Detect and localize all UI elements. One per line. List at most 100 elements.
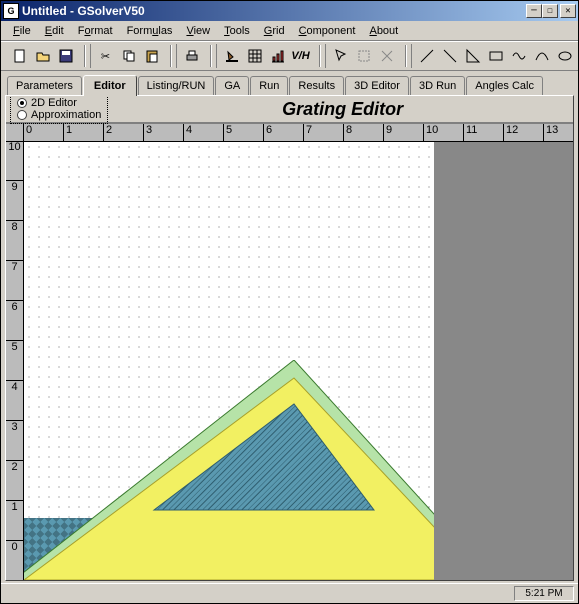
fill-button[interactable]: [220, 45, 243, 67]
ruler-tick: 1: [6, 500, 23, 540]
ruler-corner: [6, 124, 24, 142]
triangle-button[interactable]: [461, 45, 484, 67]
toolbar: ✂ V/H: [1, 41, 578, 71]
grating-shapes: [24, 360, 434, 580]
new-icon: [12, 48, 28, 64]
grid-icon: [247, 48, 263, 64]
select-button[interactable]: [352, 45, 375, 67]
fill-icon: [224, 48, 240, 64]
open-button[interactable]: [31, 45, 54, 67]
new-button[interactable]: [8, 45, 31, 67]
chart-button[interactable]: [266, 45, 289, 67]
vh-button[interactable]: V/H: [289, 45, 312, 67]
save-icon: [58, 48, 74, 64]
app-icon: G: [3, 3, 19, 19]
ruler-tick: 2: [104, 124, 144, 141]
ruler-tick: 8: [6, 220, 23, 260]
maximize-button[interactable]: ☐: [542, 4, 558, 18]
snap-button[interactable]: [375, 45, 398, 67]
menu-file[interactable]: File: [7, 23, 37, 39]
close-button[interactable]: ✕: [560, 4, 576, 18]
tab-run[interactable]: Run: [250, 76, 288, 95]
tab-angles-calc[interactable]: Angles Calc: [466, 76, 543, 95]
curve-icon: [534, 48, 550, 64]
rect-button[interactable]: [484, 45, 507, 67]
paste-icon: [144, 48, 160, 64]
radio-label: 2D Editor: [31, 97, 77, 109]
diag-icon: [442, 48, 458, 64]
menu-format[interactable]: Format: [72, 23, 119, 39]
ruler-tick: 7: [6, 260, 23, 300]
gridtool-button[interactable]: [243, 45, 266, 67]
tab-results[interactable]: Results: [289, 76, 344, 95]
ruler-tick: 10: [6, 140, 23, 180]
line-button[interactable]: [415, 45, 438, 67]
menu-formulas[interactable]: Formulas: [121, 23, 179, 39]
diag-button[interactable]: [438, 45, 461, 67]
ruler-tick: 4: [6, 380, 23, 420]
rect-icon: [488, 48, 504, 64]
ellipse-button[interactable]: [553, 45, 576, 67]
menu-about[interactable]: About: [363, 23, 404, 39]
radio-approximation[interactable]: Approximation: [17, 109, 101, 121]
menu-component[interactable]: Component: [293, 23, 362, 39]
ruler-tick: 9: [6, 180, 23, 220]
ruler-vertical: 0 1 2 3 4 5 6 7 8 9 10: [6, 142, 24, 580]
ruler-tick: 1: [64, 124, 104, 141]
arrow-icon: [333, 48, 349, 64]
line-icon: [419, 48, 435, 64]
cut-icon: ✂: [101, 50, 110, 63]
ruler-tick: 6: [264, 124, 304, 141]
minimize-button[interactable]: ─: [526, 4, 542, 18]
tab-3d-editor[interactable]: 3D Editor: [345, 76, 409, 95]
open-icon: [35, 48, 51, 64]
tab-editor[interactable]: Editor: [83, 75, 137, 96]
chart-icon: [270, 48, 286, 64]
ruler-tick: 2: [6, 460, 23, 500]
ruler-tick: 9: [384, 124, 424, 141]
triangle-icon: [465, 48, 481, 64]
ruler-tick: 0: [24, 124, 64, 141]
ruler-tick: 5: [6, 340, 23, 380]
ruler-tick: 8: [344, 124, 384, 141]
ruler-tick: 4: [184, 124, 224, 141]
ruler-tick: 11: [464, 124, 504, 141]
print-icon: [184, 48, 200, 64]
copy-icon: [121, 48, 137, 64]
wave-button[interactable]: [507, 45, 530, 67]
select-icon: [356, 48, 372, 64]
menu-edit[interactable]: Edit: [39, 23, 70, 39]
radio-icon: [17, 98, 27, 108]
tab-3d-run[interactable]: 3D Run: [410, 76, 465, 95]
curve-button[interactable]: [530, 45, 553, 67]
ruler-tick: 6: [6, 300, 23, 340]
ruler-tick: 12: [504, 124, 544, 141]
print-button[interactable]: [180, 45, 203, 67]
titlebar: G Untitled - GSolverV50 ─ ☐ ✕: [1, 1, 578, 21]
menu-grid[interactable]: Grid: [258, 23, 291, 39]
tab-parameters[interactable]: Parameters: [7, 76, 82, 95]
workarea: 2D Editor Approximation Grating Editor 0…: [5, 95, 574, 581]
tab-listing-run[interactable]: Listing/RUN: [138, 76, 215, 95]
editor-mode-group: 2D Editor Approximation: [10, 95, 108, 124]
paste-button[interactable]: [140, 45, 163, 67]
ellipse-icon: [557, 48, 573, 64]
ruler-horizontal: 0 1 2 3 4 5 6 7 8 9 10 11 12 13: [24, 124, 573, 142]
cut-button[interactable]: ✂: [94, 45, 117, 67]
ruler-tick: 13: [544, 124, 573, 141]
save-button[interactable]: [54, 45, 77, 67]
menu-view[interactable]: View: [180, 23, 216, 39]
ruler-tick: 10: [424, 124, 464, 141]
ruler-tick: 7: [304, 124, 344, 141]
pointer-button[interactable]: [329, 45, 352, 67]
radio-2d-editor[interactable]: 2D Editor: [17, 97, 101, 109]
grating-canvas[interactable]: [24, 142, 434, 580]
menu-tools[interactable]: Tools: [218, 23, 256, 39]
tab-ga[interactable]: GA: [215, 76, 249, 95]
radio-icon: [17, 110, 27, 120]
editor-area: 0 1 2 3 4 5 6 7 8 9 10 11 12 13 0 1 2 3 …: [6, 124, 573, 580]
copy-button[interactable]: [117, 45, 140, 67]
radio-label: Approximation: [31, 109, 101, 121]
snap-icon: [379, 48, 395, 64]
ruler-tick: 3: [144, 124, 184, 141]
